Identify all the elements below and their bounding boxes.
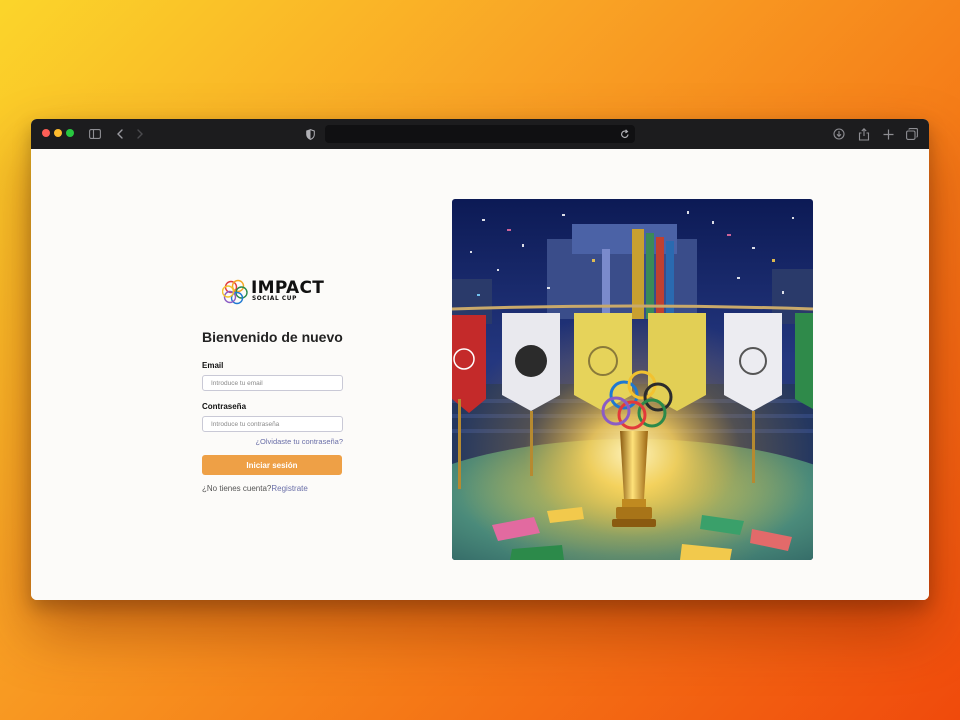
share-icon[interactable] [857, 126, 871, 142]
brand-name: IMPACT [251, 278, 325, 298]
forward-icon[interactable] [135, 126, 145, 142]
brand-rings-icon [222, 279, 248, 305]
email-field[interactable] [202, 375, 343, 391]
download-icon[interactable] [832, 126, 846, 142]
reload-icon[interactable] [620, 127, 630, 145]
forgot-password-link[interactable]: ¿Olvidaste tu contraseña? [255, 437, 343, 446]
minimize-window-button[interactable] [54, 129, 62, 137]
brand-logo[interactable]: IMPACT SOCIAL CUP [222, 278, 332, 308]
address-bar[interactable] [325, 125, 635, 143]
page-title: Bienvenido de nuevo [202, 329, 343, 345]
close-window-button[interactable] [42, 129, 50, 137]
login-button[interactable]: Iniciar sesión [202, 455, 342, 475]
sidebar-icon[interactable] [88, 126, 102, 142]
zoom-window-button[interactable] [66, 129, 74, 137]
page-content: IMPACT SOCIAL CUP Bienvenido de nuevo Em… [31, 149, 929, 600]
shield-icon[interactable] [304, 126, 316, 142]
browser-window: IMPACT SOCIAL CUP Bienvenido de nuevo Em… [31, 119, 929, 600]
register-link[interactable]: Registrate [271, 484, 307, 493]
no-account-text: ¿No tienes cuenta? [202, 484, 272, 493]
register-prompt: ¿No tienes cuenta?Registrate [202, 484, 308, 493]
hero-illustration [452, 199, 813, 560]
password-field[interactable] [202, 416, 343, 432]
email-label: Email [202, 361, 224, 370]
browser-toolbar [31, 119, 929, 149]
new-tab-icon[interactable] [881, 126, 895, 142]
tabs-overview-icon[interactable] [905, 126, 919, 142]
brand-tagline: SOCIAL CUP [252, 296, 297, 302]
back-icon[interactable] [115, 126, 125, 142]
password-label: Contraseña [202, 402, 247, 411]
